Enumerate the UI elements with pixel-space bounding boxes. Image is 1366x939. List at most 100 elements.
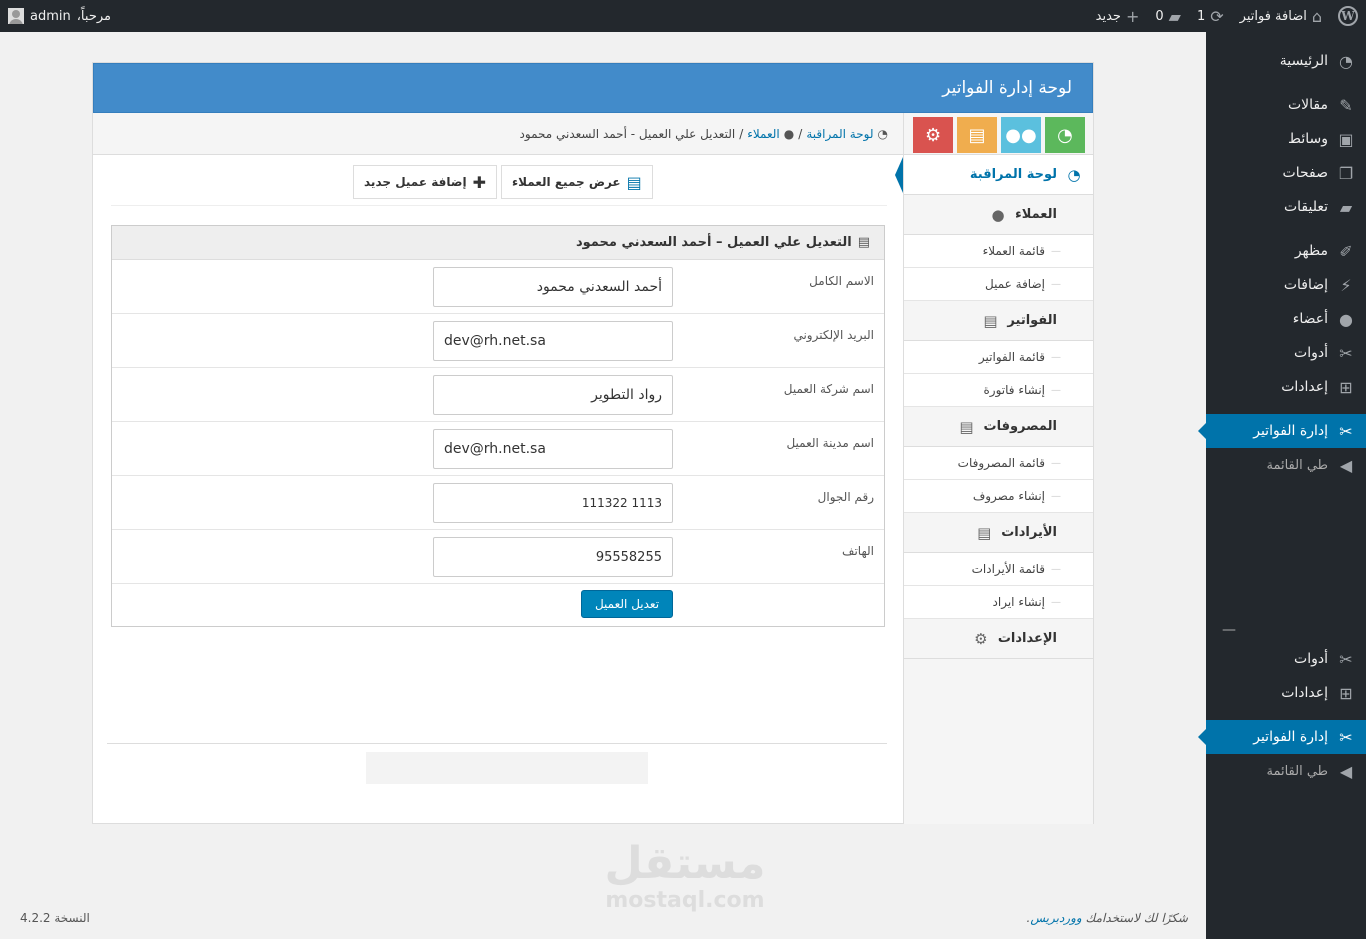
sidebar-item-create-expense[interactable]: إنشاء مصروف — [904, 480, 1093, 513]
admin-bar: W ⌂ اضافة فواتير ⟳ 1 ▰ 0 + جديد مرحباً، … — [0, 0, 1366, 32]
menu-item-tools[interactable]: ✂ أدوات — [1206, 642, 1366, 676]
breadcrumb-clients[interactable]: العملاء — [747, 127, 780, 141]
menu-item-pages[interactable]: ❐ صفحات — [1206, 156, 1366, 190]
plugins-icon: ⚡ — [1340, 275, 1352, 295]
pages-icon: ❐ — [1338, 163, 1354, 183]
sidebar-item-revenues-list[interactable]: قائمة الأيرادات — [904, 553, 1093, 586]
clients-quick-button[interactable]: ●● — [1001, 117, 1041, 153]
comments-count: 0 — [1155, 8, 1164, 24]
gear-icon: ⚙ — [974, 629, 988, 648]
tools-icon: ✂ — [1339, 421, 1353, 441]
menu-item-dashboard[interactable]: ◔ الرئيسية — [1206, 44, 1366, 78]
sidebar-label: قائمة العملاء — [982, 244, 1045, 258]
dashboard-icon: ◔ — [1339, 51, 1353, 71]
clipboard-icon: ▤ — [857, 235, 870, 250]
invoices-quick-button[interactable]: ▤ — [957, 117, 997, 153]
tools-icon: ✂ — [1339, 649, 1353, 669]
clipboard-icon: ▤ — [977, 523, 992, 542]
menu-label: مقالات — [1287, 97, 1328, 113]
sidebar-label: الإعدادات — [997, 631, 1057, 646]
sidebar-label: المصروفات — [983, 419, 1058, 434]
sidebar-item-clients-list[interactable]: قائمة العملاء — [904, 235, 1093, 268]
users-icon: ● — [1339, 309, 1353, 329]
menu-label: إدارة الفواتير — [1253, 729, 1328, 745]
menu-item-invoices[interactable]: ✂ إدارة الفواتير — [1198, 720, 1366, 754]
menu-item-posts[interactable]: ✎ مقالات — [1206, 88, 1366, 122]
sidebar-item-dashboard[interactable]: ◔ لوحة المراقبة — [895, 155, 1093, 195]
sidebar-item-revenues[interactable]: الأيرادات ▤ — [904, 513, 1093, 553]
sidebar-item-invoices[interactable]: الفواتير ▤ — [904, 301, 1093, 341]
home-icon: ⌂ — [1311, 6, 1322, 26]
comments-link[interactable]: ▰ 0 — [1147, 0, 1189, 32]
menu-item-settings[interactable]: ⊞ إعدادات — [1206, 676, 1366, 710]
users-icon: ●● — [1005, 124, 1037, 146]
menu-item-tools[interactable]: ✂ أدوات — [1206, 336, 1366, 370]
site-name-link[interactable]: ⌂ اضافة فواتير — [1232, 0, 1330, 32]
clipboard-icon: ▤ — [983, 311, 998, 330]
sidebar-item-settings[interactable]: الإعدادات ⚙ — [904, 619, 1093, 659]
sidebar-label: العملاء — [1015, 207, 1057, 222]
divider — [107, 743, 887, 744]
avatar — [8, 8, 24, 24]
sidebar-item-invoices-list[interactable]: قائمة الفواتير — [904, 341, 1093, 374]
tools-icon: ✂ — [1339, 343, 1353, 363]
view-all-clients-button[interactable]: ▤ عرض جميع العملاء — [500, 165, 653, 199]
button-label: إضافة عميل جديد — [364, 175, 467, 189]
button-label: عرض جميع العملاء — [511, 175, 621, 189]
sidebar-item-create-revenue[interactable]: إنشاء ايراد — [904, 586, 1093, 619]
refresh-icon: ⟳ — [1210, 6, 1224, 26]
menu-item-media[interactable]: ▣ وسائط — [1206, 122, 1366, 156]
appearance-icon: ✐ — [1339, 241, 1353, 261]
sidebar-item-expenses[interactable]: المصروفات ▤ — [904, 407, 1093, 447]
wordpress-link[interactable]: ووردبريس — [1030, 911, 1081, 925]
menu-label: تعليقات — [1283, 199, 1328, 215]
sidebar-item-add-client[interactable]: إضافة عميل — [904, 268, 1093, 301]
sidebar-item-clients[interactable]: العملاء ● — [904, 195, 1093, 235]
media-icon: ▣ — [1338, 129, 1354, 149]
breadcrumb-separator: / — [739, 126, 744, 141]
dashboard-icon: ◔ — [1057, 124, 1073, 146]
settings-quick-button[interactable]: ⚙ — [913, 117, 953, 153]
email-field[interactable]: dev@rh.net.sa — [433, 321, 673, 361]
watermark-latin: mostaql.com — [605, 888, 765, 913]
greeting-text: مرحباً، — [76, 8, 111, 24]
footer-thanks: شكرًا لك لاستخدامك ووردبريس. — [1027, 911, 1188, 925]
company-field[interactable]: رواد التطوير — [433, 375, 673, 415]
menu-item-users[interactable]: ● أعضاء — [1206, 302, 1366, 336]
updates-link[interactable]: ⟳ 1 — [1189, 0, 1232, 32]
menu-item-settings[interactable]: ⊞ إعدادات — [1206, 370, 1366, 404]
update-client-button[interactable]: تعديل العميل — [581, 590, 673, 618]
menu-item-plugins[interactable]: ⚡ إضافات — [1206, 268, 1366, 302]
menu-item-invoices[interactable]: ✂ إدارة الفواتير — [1198, 414, 1366, 448]
company-label: اسم شركة العميل — [783, 382, 874, 396]
menu-label: صفحات — [1282, 165, 1328, 181]
menu-label: إضافات — [1283, 277, 1328, 293]
menu-item-comments[interactable]: ▰ تعليقات — [1206, 190, 1366, 224]
full-name-field[interactable]: أحمد السعدني محمود — [433, 267, 673, 307]
form-heading: ▤ التعديل علي العميل – أحمد السعدني محمو… — [112, 226, 884, 260]
menu-label: إدارة الفواتير — [1253, 423, 1328, 439]
wp-logo-menu[interactable]: W — [1330, 0, 1366, 32]
new-content-link[interactable]: + جديد — [1088, 0, 1148, 32]
sidebar-label: إنشاء ايراد — [992, 595, 1045, 609]
collapse-menu-button[interactable]: ◀ طي القائمة — [1206, 448, 1366, 482]
username-text: admin — [30, 8, 71, 24]
dashboard-quick-button[interactable]: ◔ — [1045, 117, 1085, 153]
city-field[interactable]: dev@rh.net.sa — [433, 429, 673, 469]
comment-bubble-icon: ▰ — [1168, 6, 1181, 26]
phone-field[interactable]: 95558255 — [433, 537, 673, 577]
breadcrumb-home[interactable]: لوحة المراقبة — [806, 127, 873, 141]
add-client-button[interactable]: ✚ إضافة عميل جديد — [353, 165, 497, 199]
mobile-label: رقم الجوال — [817, 490, 874, 504]
sidebar-item-create-invoice[interactable]: إنشاء فاتورة — [904, 374, 1093, 407]
users-icon: ● — [783, 126, 795, 141]
my-account-link[interactable]: مرحباً، admin — [8, 0, 111, 32]
updates-count: 1 — [1196, 8, 1206, 24]
collapse-menu-button[interactable]: ◀ طي القائمة — [1206, 754, 1366, 788]
wordpress-logo-icon: W — [1338, 6, 1358, 26]
menu-label: أدوات — [1294, 345, 1328, 361]
menu-item-appearance[interactable]: ✐ مظهر — [1206, 234, 1366, 268]
mobile-field[interactable]: 1113 111322 — [433, 483, 673, 523]
action-buttons: ▤ عرض جميع العملاء ✚ إضافة عميل جديد — [353, 165, 653, 199]
sidebar-item-expenses-list[interactable]: قائمة المصروفات — [904, 447, 1093, 480]
